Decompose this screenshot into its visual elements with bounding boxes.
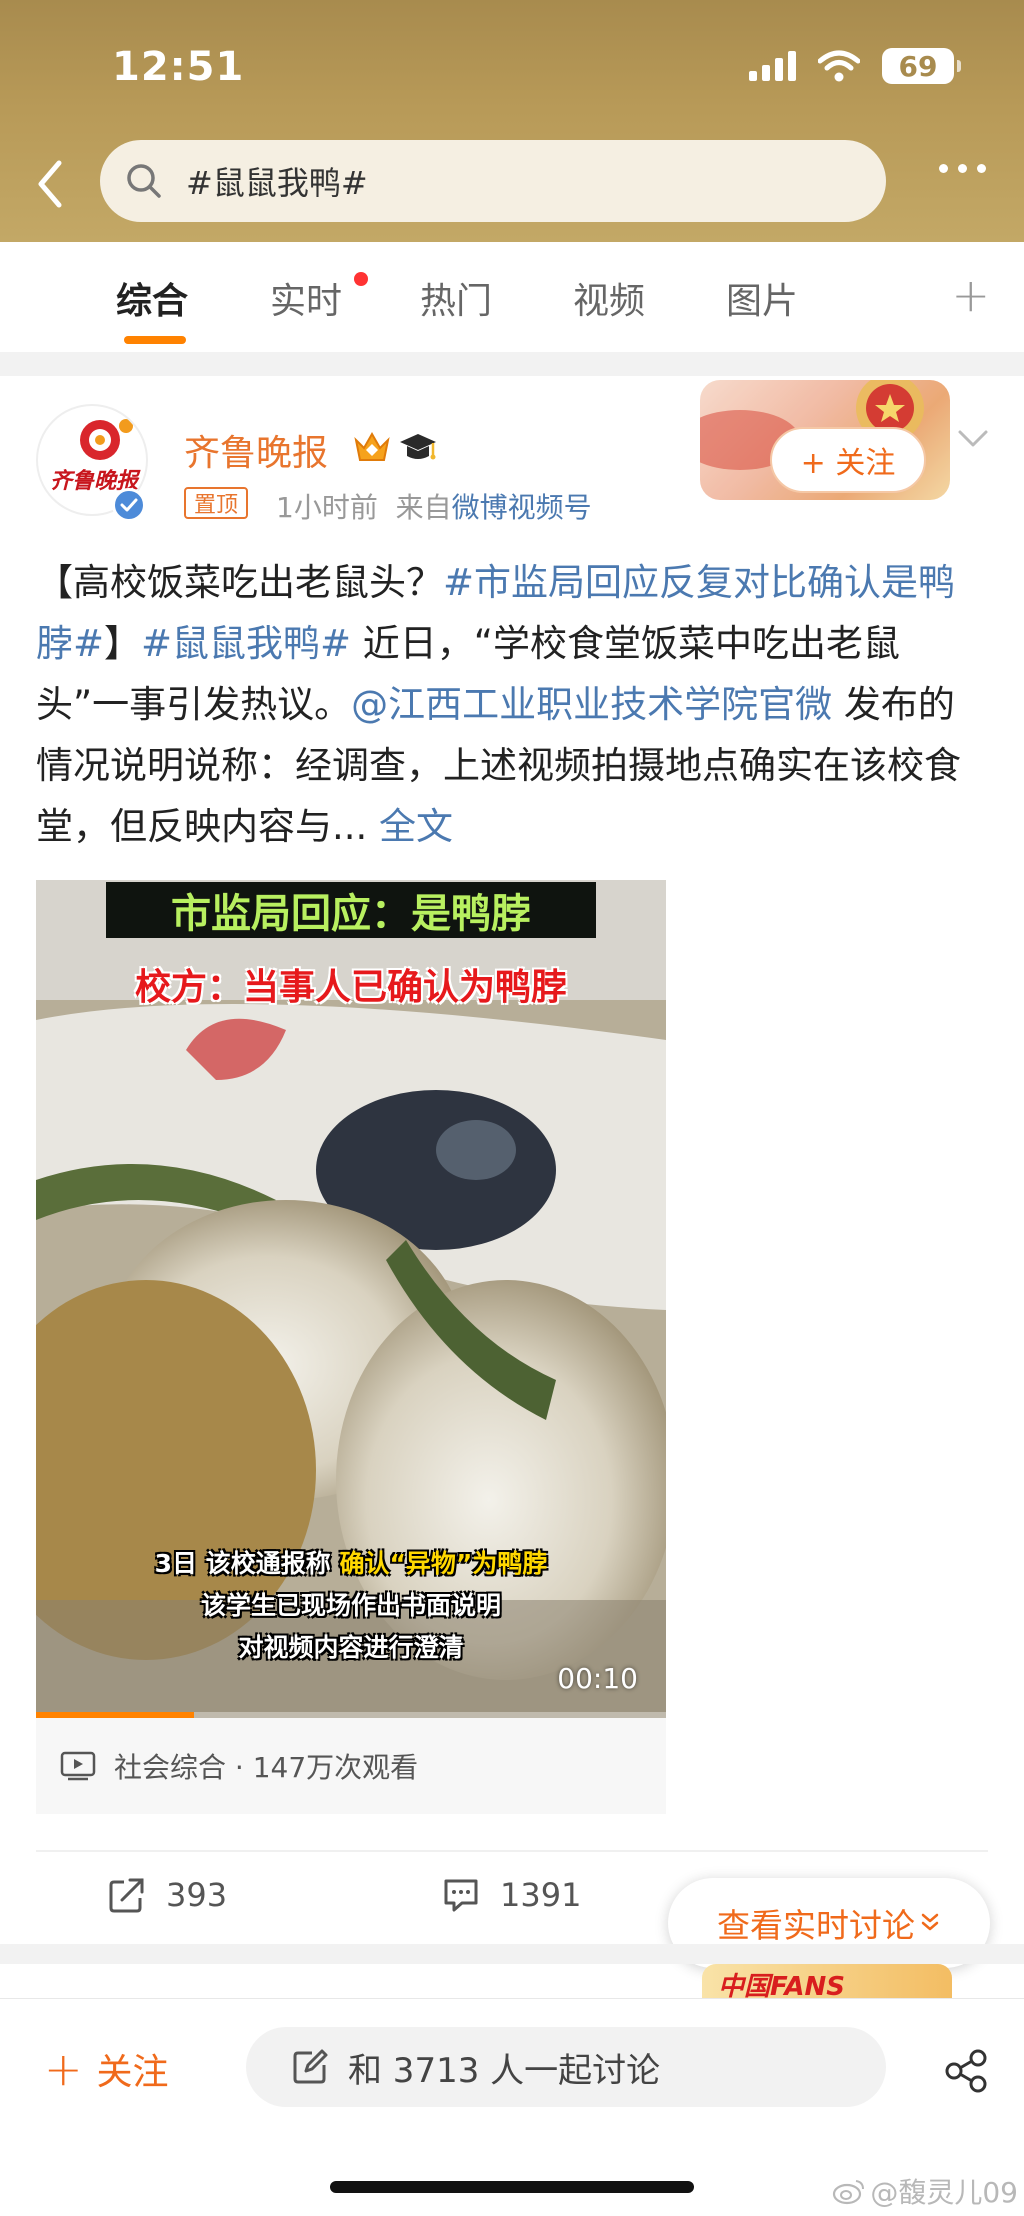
chevron-down-icon[interactable] [956, 426, 990, 452]
status-time: 12:51 [112, 44, 245, 90]
back-button[interactable] [30, 154, 70, 214]
back-arrow-icon [38, 160, 62, 208]
add-tab-icon[interactable]: + [951, 268, 990, 322]
status-icons: 69 [749, 48, 961, 84]
graduation-cap-icon [400, 434, 436, 460]
vip-crown-icon [354, 431, 390, 461]
wifi-icon [818, 50, 860, 82]
weibo-logo-icon [833, 2180, 865, 2205]
active-tab-indicator [124, 336, 186, 344]
post-text-segment: 】 [104, 622, 142, 665]
post-time: 1小时前 [276, 491, 378, 524]
top-header: 12:51 69 #鼠鼠我鸭# [0, 0, 1024, 242]
comment-count: 1391 [500, 1876, 582, 1914]
repost-icon [109, 1878, 144, 1913]
double-chevron-down-icon [921, 1913, 939, 1931]
post-text-segment: 【高校饭菜吃出老鼠头？ [36, 561, 443, 604]
video-play-icon [60, 1751, 96, 1781]
post-body: 【高校饭菜吃出老鼠头？#市监局回应反复对比确认是鸭脖#】#鼠鼠我鸭# 近日，“学… [36, 552, 988, 857]
pinned-badge: 置顶 [184, 487, 249, 519]
share-icon[interactable] [944, 2049, 988, 2093]
video-subhead: 校方：当事人已确认为鸭脖 [134, 967, 567, 1008]
bottom-follow-label: 关注 [96, 2052, 169, 2093]
video-info-bar[interactable]: 社会综合 · 147万次观看 [36, 1718, 666, 1814]
watermark: @馥灵儿09 [832, 2171, 1018, 2211]
discuss-placeholder: 和 3713 人一起讨论 [348, 2050, 661, 2091]
comment-button[interactable]: 1391 [442, 1876, 581, 1914]
verified-badge-icon [112, 488, 146, 522]
tab-bar: 综合 实时 热门 视频 图片 + [0, 242, 1024, 352]
video-caption-text: 3日 该校通报称 [154, 1549, 340, 1578]
bottom-follow-button[interactable]: + 关注 [44, 2043, 169, 2095]
video-caption-line2: 该学生已现场作出书面说明 [200, 1591, 501, 1620]
tab-video[interactable]: 视频 [573, 272, 645, 324]
video-player[interactable]: 市监局回应：是鸭脖 校方：当事人已确认为鸭脖 3日 该校通报称 确认“异物”为鸭… [36, 880, 666, 1718]
signal-icon [749, 51, 796, 81]
author-name[interactable]: 齐鲁晚报 [184, 424, 328, 476]
video-headline: 市监局回应：是鸭脖 [106, 882, 596, 938]
video-caption-line1: 3日 该校通报称 确认“异物”为鸭脖 [36, 1544, 666, 1580]
source-prefix: 来自 [395, 491, 452, 524]
watermark-text: @馥灵儿09 [870, 2176, 1018, 2209]
mention-link[interactable]: @江西工业职业技术学院官微 [351, 683, 832, 726]
topic-link[interactable]: #鼠鼠我鸭# [141, 622, 351, 665]
search-input[interactable]: #鼠鼠我鸭# [100, 140, 886, 222]
read-full-link[interactable]: 全文 [367, 805, 453, 848]
post-source-link[interactable]: 微博视频号 [452, 491, 592, 524]
bottom-bar: + 关注 和 3713 人一起讨论 @馥灵儿09 [0, 1998, 1024, 2216]
video-caption-highlight: 确认“异物”为鸭脖 [339, 1549, 548, 1578]
new-dot-badge [354, 272, 368, 286]
post-meta: 1小时前 来自微博视频号 [276, 486, 592, 526]
tab-hot[interactable]: 热门 [420, 272, 492, 324]
tab-comprehensive[interactable]: 综合 [116, 272, 188, 324]
repost-button[interactable]: 393 [108, 1876, 227, 1914]
post-divider [36, 1850, 988, 1852]
section-divider [0, 352, 1024, 376]
search-query: #鼠鼠我鸭# [186, 164, 368, 202]
tab-realtime[interactable]: 实时 [270, 272, 342, 324]
author-badges [352, 428, 438, 468]
plus-icon: + [44, 2042, 83, 2096]
home-indicator [330, 2181, 694, 2193]
video-caption-line3: 对视频内容进行澄清 [238, 1633, 464, 1662]
video-info-text: 社会综合 · 147万次观看 [114, 1751, 419, 1784]
edit-icon [293, 2049, 328, 2084]
search-icon [127, 164, 161, 198]
more-options-button[interactable] [939, 164, 986, 173]
comment-icon [444, 1879, 478, 1912]
follow-button[interactable]: + 关注 [770, 427, 926, 493]
section-divider [0, 1944, 1024, 1964]
discuss-input[interactable]: 和 3713 人一起讨论 [246, 2027, 886, 2107]
battery-icon: 69 [882, 48, 961, 84]
live-discussion-label: 查看实时讨论 [717, 1906, 915, 1945]
video-duration: 00:10 [557, 1662, 638, 1695]
repost-count: 393 [166, 1876, 228, 1914]
tab-images[interactable]: 图片 [726, 272, 798, 324]
